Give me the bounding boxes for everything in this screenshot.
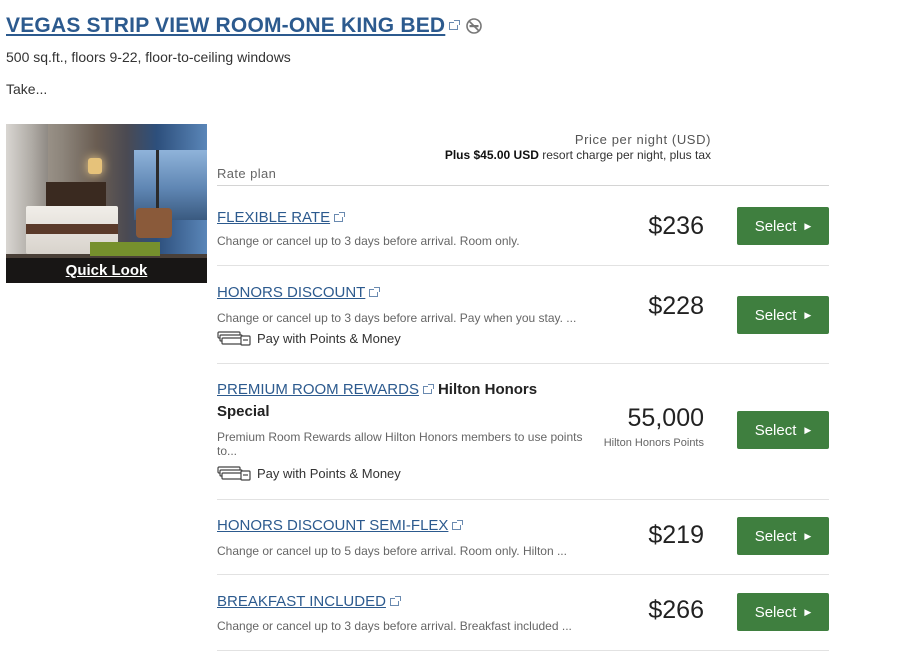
select-button[interactable]: Select ▶ — [737, 207, 829, 245]
resort-charge-note: Plus $45.00 USD resort charge per night,… — [421, 148, 711, 162]
rate-price: $228 — [648, 292, 704, 320]
select-button-label: Select — [754, 217, 797, 235]
rate-name-link[interactable]: FLEXIBLE RATE — [217, 209, 330, 226]
external-link-icon[interactable] — [389, 595, 401, 606]
resort-charge-amount: Plus $45.00 USD — [444, 148, 539, 162]
points-money-icon — [217, 466, 251, 481]
pay-with-points-link[interactable]: Pay with Points & Money — [217, 330, 401, 346]
rate-price: $236 — [648, 212, 704, 240]
room-title-row: VEGAS STRIP VIEW ROOM-ONE KING BED — [6, 14, 483, 38]
rate-price: $219 — [648, 521, 704, 549]
price-column-header: Price per night (USD) Plus $45.00 USD re… — [421, 132, 711, 162]
rate-plan-column-header: Rate plan — [217, 166, 277, 181]
rate-price-points: 55,000 — [627, 404, 704, 432]
resort-charge-text: resort charge per night, plus tax — [542, 148, 711, 162]
rates-header: Rate plan Price per night (USD) Plus $45… — [217, 124, 829, 186]
rate-row-premium-rewards: PREMIUM ROOM REWARDS Hilton Honors Speci… — [217, 364, 829, 500]
rate-price: $266 — [648, 596, 704, 624]
rate-title-line: BREAKFAST INCLUDED — [217, 593, 401, 610]
pay-with-points-link[interactable]: Pay with Points & Money — [217, 465, 401, 481]
rate-row-semi-flex: HONORS DISCOUNT SEMI-FLEX Change or canc… — [217, 500, 829, 575]
rate-title-line: FLEXIBLE RATE — [217, 209, 346, 226]
price-per-night-label: Price per night (USD) — [574, 132, 711, 147]
rate-description: Premium Room Rewards allow Hilton Honors… — [217, 430, 583, 458]
rate-title-line: HONORS DISCOUNT SEMI-FLEX — [217, 517, 464, 534]
rates-table: Rate plan Price per night (USD) Plus $45… — [217, 124, 829, 651]
select-button[interactable]: Select ▶ — [737, 296, 829, 334]
rate-name-link[interactable]: HONORS DISCOUNT — [217, 284, 365, 301]
rate-title-line: HONORS DISCOUNT — [217, 284, 381, 301]
external-link-icon[interactable] — [449, 20, 461, 30]
rate-row-breakfast: BREAKFAST INCLUDED Change or cancel up t… — [217, 575, 829, 651]
photo-lamp — [88, 158, 102, 174]
select-button[interactable]: Select ▶ — [737, 411, 829, 449]
select-button[interactable]: Select ▶ — [737, 517, 829, 555]
rate-name-link[interactable]: PREMIUM ROOM REWARDS — [217, 381, 419, 398]
rate-name-link[interactable]: HONORS DISCOUNT SEMI-FLEX — [217, 517, 448, 534]
rate-row-honors-discount: HONORS DISCOUNT Change or cancel up to 3… — [217, 266, 829, 364]
rate-row-flexible: FLEXIBLE RATE Change or cancel up to 3 d… — [217, 186, 829, 266]
points-money-icon — [217, 331, 251, 346]
room-title-link[interactable]: VEGAS STRIP VIEW ROOM-ONE KING BED — [6, 14, 445, 38]
chevron-right-icon: ▶ — [804, 309, 812, 320]
room-take-text: Take... — [6, 81, 48, 97]
chevron-right-icon: ▶ — [804, 530, 812, 541]
rate-price-unit: Hilton Honors Points — [603, 437, 704, 449]
rate-description: Change or cancel up to 5 days before arr… — [217, 544, 567, 558]
rate-special-label: Hilton Honors — [437, 381, 538, 398]
photo-bench — [90, 242, 160, 256]
chevron-right-icon: ▶ — [804, 424, 812, 435]
photo-bed-runner — [26, 224, 118, 234]
room-photo[interactable]: Quick Look — [6, 124, 207, 283]
select-button-label: Select — [754, 421, 797, 439]
quick-look-bar[interactable]: Quick Look — [6, 258, 207, 283]
rate-description: Change or cancel up to 3 days before arr… — [217, 234, 520, 248]
select-button[interactable]: Select ▶ — [737, 593, 829, 631]
rate-description: Change or cancel up to 3 days before arr… — [217, 311, 577, 325]
quick-look-link[interactable]: Quick Look — [66, 262, 148, 279]
pay-with-points-label[interactable]: Pay with Points & Money — [257, 331, 401, 346]
rate-name-link[interactable]: BREAKFAST INCLUDED — [217, 593, 386, 610]
no-smoking-icon — [466, 18, 483, 34]
select-button-label: Select — [754, 306, 797, 324]
external-link-icon[interactable] — [422, 383, 434, 394]
select-button-label: Select — [754, 527, 797, 545]
rate-description: Change or cancel up to 3 days before arr… — [217, 619, 572, 633]
external-link-icon[interactable] — [452, 519, 464, 530]
chevron-right-icon: ▶ — [804, 220, 812, 231]
pay-with-points-label[interactable]: Pay with Points & Money — [257, 466, 401, 481]
external-link-icon[interactable] — [369, 286, 381, 297]
external-link-icon[interactable] — [334, 211, 346, 222]
photo-chair — [136, 208, 172, 238]
chevron-right-icon: ▶ — [804, 606, 812, 617]
rate-title-line: PREMIUM ROOM REWARDS Hilton Honors — [217, 381, 537, 398]
select-button-label: Select — [754, 603, 797, 621]
rate-special-label-line2: Special — [217, 403, 270, 420]
room-description: 500 sq.ft., floors 9-22, floor-to-ceilin… — [6, 49, 291, 65]
